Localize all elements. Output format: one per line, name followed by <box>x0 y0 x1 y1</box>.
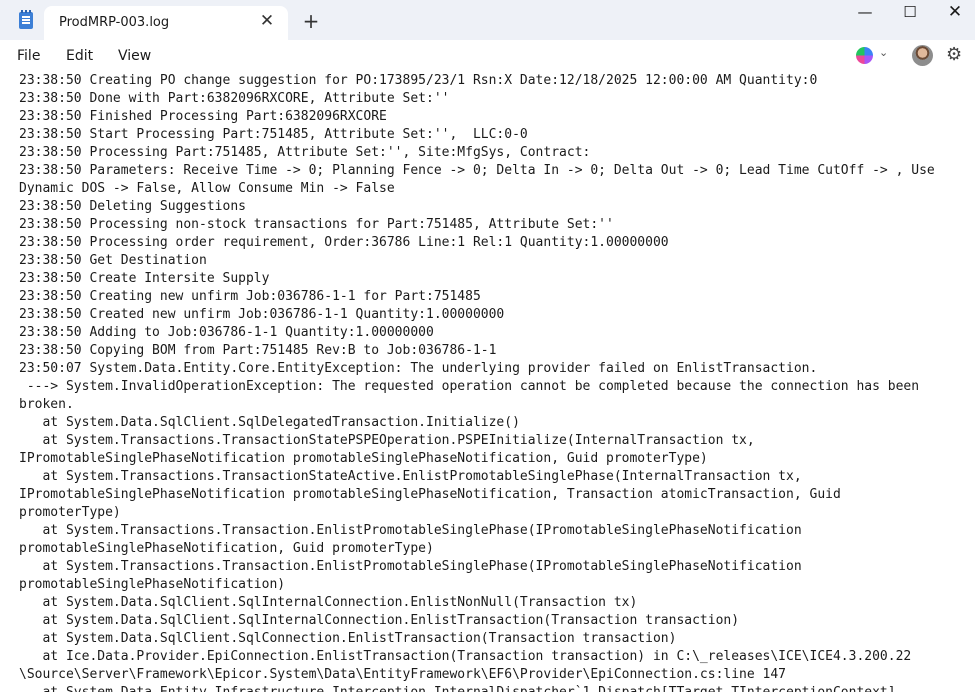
menu-bar: File Edit View ⌄ ⚙ <box>0 40 975 72</box>
text-editor[interactable]: 23:38:50 Creating PO change suggestion f… <box>0 72 975 692</box>
tab-close-icon[interactable]: ✕ <box>256 10 278 32</box>
copilot-icon[interactable] <box>856 47 873 64</box>
close-window-button[interactable]: ✕ <box>932 0 975 26</box>
log-line: broken. <box>19 397 74 412</box>
maximize-button[interactable]: ☐ <box>887 0 933 26</box>
log-line: at Ice.Data.Provider.EpiConnection.Enlis… <box>19 649 912 664</box>
log-line: Dynamic DOS -> False, Allow Consume Min … <box>19 181 395 196</box>
log-line: at System.Data.SqlClient.SqlInternalConn… <box>19 595 638 610</box>
log-line: ---> System.InvalidOperationException: T… <box>19 379 920 394</box>
log-line: 23:38:50 Start Processing Part:751485, A… <box>19 127 528 142</box>
tab-prodmrp-log[interactable]: ProdMRP-003.log ✕ <box>44 6 288 40</box>
log-line: at System.Data.SqlClient.SqlConnection.E… <box>19 631 677 646</box>
log-line: 23:38:50 Copying BOM from Part:751485 Re… <box>19 343 497 358</box>
log-line: 23:38:50 Create Intersite Supply <box>19 271 270 286</box>
log-line: 23:38:50 Adding to Job:036786-1-1 Quanti… <box>19 325 434 340</box>
log-line: 23:38:50 Processing Part:751485, Attribu… <box>19 145 591 160</box>
log-text[interactable]: 23:38:50 Creating PO change suggestion f… <box>19 72 964 692</box>
menu-view[interactable]: View <box>118 48 151 64</box>
log-line: at System.Data.Entity.Infrastructure.Int… <box>19 684 964 692</box>
log-line: promotableSinglePhaseNotification) <box>19 577 286 592</box>
log-line: 23:38:50 Parameters: Receive Time -> 0; … <box>19 163 935 178</box>
log-line: 23:38:50 Creating new unfirm Job:036786-… <box>19 289 481 304</box>
chevron-down-icon[interactable]: ⌄ <box>879 46 888 59</box>
minimize-button[interactable]: — <box>842 0 888 26</box>
log-line: IPromotableSinglePhaseNotification promo… <box>19 487 841 502</box>
tab-title: ProdMRP-003.log <box>59 15 170 30</box>
title-bar: ProdMRP-003.log ✕ + — ☐ ✕ <box>0 0 975 40</box>
menu-edit[interactable]: Edit <box>66 48 93 64</box>
log-line: promotableSinglePhaseNotification, Guid … <box>19 541 434 556</box>
new-tab-button[interactable]: + <box>300 10 322 32</box>
log-line: 23:38:50 Processing non-stock transactio… <box>19 217 614 232</box>
gear-icon[interactable]: ⚙ <box>946 44 962 65</box>
log-line: 23:38:50 Get Destination <box>19 253 207 268</box>
log-line: 23:38:50 Created new unfirm Job:036786-1… <box>19 307 505 322</box>
log-line: \Source\Server\Framework\Epicor.System\D… <box>19 667 787 682</box>
log-line: IPromotableSinglePhaseNotification promo… <box>19 451 708 466</box>
log-line: 23:38:50 Done with Part:6382096RXCORE, A… <box>19 91 450 106</box>
log-line: 23:38:50 Processing order requirement, O… <box>19 235 669 250</box>
log-line: at System.Transactions.Transaction.Enlis… <box>19 523 802 538</box>
avatar[interactable] <box>912 45 933 66</box>
log-line: promoterType) <box>19 505 121 520</box>
log-line: 23:38:50 Creating PO change suggestion f… <box>19 73 818 88</box>
log-line: at System.Transactions.TransactionStateP… <box>19 433 755 448</box>
menu-file[interactable]: File <box>17 48 40 64</box>
notepad-icon <box>19 10 33 29</box>
log-line: at System.Data.SqlClient.SqlInternalConn… <box>19 613 740 628</box>
log-line: 23:50:07 System.Data.Entity.Core.EntityE… <box>19 361 818 376</box>
log-line: at System.Transactions.Transaction.Enlis… <box>19 559 802 574</box>
log-line: at System.Data.SqlClient.SqlDelegatedTra… <box>19 415 520 430</box>
log-line: at System.Transactions.TransactionStateA… <box>19 469 802 484</box>
log-line: 23:38:50 Deleting Suggestions <box>19 199 246 214</box>
log-line: 23:38:50 Finished Processing Part:638209… <box>19 109 387 124</box>
